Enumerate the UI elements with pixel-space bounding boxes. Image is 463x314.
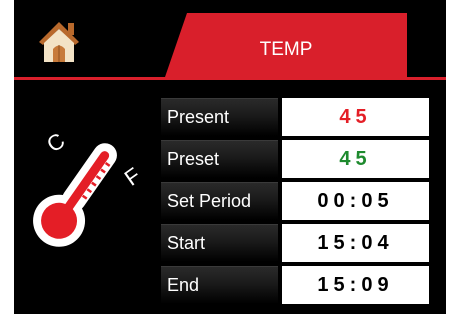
present-value: 45 xyxy=(282,98,429,136)
header-divider xyxy=(14,77,446,80)
end-label: End xyxy=(161,266,278,304)
home-icon xyxy=(39,22,79,62)
end-value: 15:09 xyxy=(282,266,429,304)
start-value: 15:04 xyxy=(282,224,429,262)
present-label: Present xyxy=(161,98,278,136)
thermometer-icon[interactable] xyxy=(24,128,154,254)
home-button[interactable] xyxy=(36,18,82,64)
set-period-label: Set Period xyxy=(161,182,278,220)
row-set-period: Set Period 00:05 xyxy=(161,182,429,220)
preset-label: Preset xyxy=(161,140,278,178)
tab-temp-label: TEMP xyxy=(259,39,313,60)
row-end: End 15:09 xyxy=(161,266,429,304)
start-label: Start xyxy=(161,224,278,262)
row-present: Present 45 xyxy=(161,98,429,136)
temperature-screen: TEMP C F Present 45 Preset 45 Set Period… xyxy=(14,0,446,314)
preset-value[interactable]: 45 xyxy=(282,140,429,178)
set-period-value[interactable]: 00:05 xyxy=(282,182,429,220)
status-table: Present 45 Preset 45 Set Period 00:05 St… xyxy=(161,98,429,308)
row-preset: Preset 45 xyxy=(161,140,429,178)
tab-temp[interactable]: TEMP xyxy=(165,13,407,77)
row-start: Start 15:04 xyxy=(161,224,429,262)
